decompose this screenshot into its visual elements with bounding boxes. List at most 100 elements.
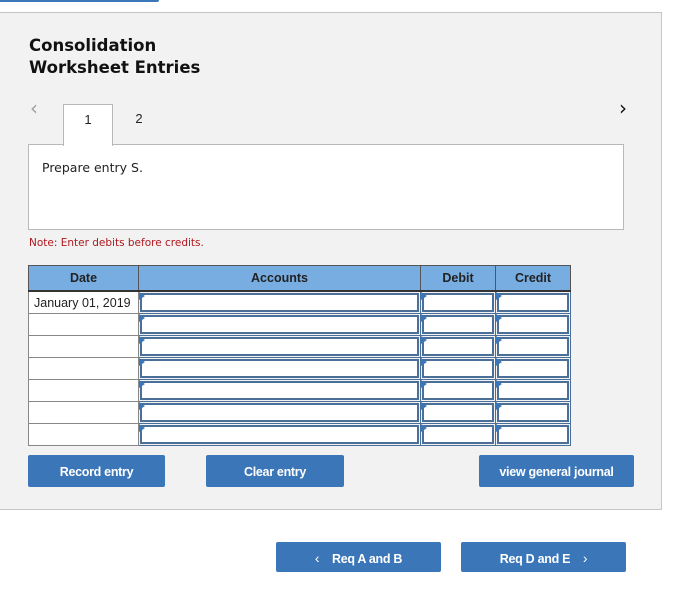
account-cell — [138, 335, 421, 358]
dropdown-marker-icon — [421, 358, 427, 366]
dropdown-marker-icon — [496, 424, 502, 432]
account-input[interactable] — [140, 381, 419, 400]
title-line-1: Consolidation — [29, 36, 157, 55]
debit-cell — [420, 423, 496, 446]
dropdown-marker-icon — [139, 380, 145, 388]
page-tab-2[interactable]: 2 — [115, 104, 163, 146]
date-cell[interactable] — [28, 357, 139, 380]
column-header-date: Date — [28, 265, 139, 292]
date-cell[interactable] — [28, 335, 139, 358]
dropdown-marker-icon — [421, 380, 427, 388]
account-cell — [138, 401, 421, 424]
date-cell[interactable] — [28, 379, 139, 402]
credit-input[interactable] — [497, 425, 569, 444]
journal-row — [28, 313, 571, 336]
page-title: Consolidation Worksheet Entries — [29, 35, 200, 79]
account-cell — [138, 290, 421, 314]
debit-input[interactable] — [422, 359, 494, 378]
prev-requirement-button[interactable]: ‹ Req A and B — [276, 542, 441, 572]
debit-cell — [420, 357, 496, 380]
credit-input[interactable] — [497, 403, 569, 422]
chevron-right-icon: › — [582, 550, 588, 566]
credit-cell — [495, 313, 571, 336]
dropdown-marker-icon — [139, 292, 145, 300]
debit-cell — [420, 290, 496, 314]
journal-row: January 01, 2019 — [28, 290, 571, 314]
date-cell[interactable]: January 01, 2019 — [28, 290, 139, 314]
dropdown-marker-icon — [139, 358, 145, 366]
prompt-box: Prepare entry S. — [28, 144, 624, 230]
account-input[interactable] — [140, 293, 419, 312]
record-entry-button[interactable]: Record entry — [28, 455, 165, 487]
account-cell — [138, 423, 421, 446]
view-general-journal-button[interactable]: view general journal — [479, 455, 634, 487]
clear-entry-button[interactable]: Clear entry — [206, 455, 344, 487]
dropdown-marker-icon — [421, 314, 427, 322]
active-tab-indicator — [0, 0, 159, 2]
date-cell[interactable] — [28, 401, 139, 424]
credit-input[interactable] — [497, 381, 569, 400]
column-header-accounts: Accounts — [138, 265, 421, 292]
credit-cell — [495, 335, 571, 358]
dropdown-marker-icon — [496, 380, 502, 388]
debit-input[interactable] — [422, 293, 494, 312]
note-text: Note: Enter debits before credits. — [29, 237, 204, 249]
date-cell[interactable] — [28, 423, 139, 446]
debit-cell — [420, 335, 496, 358]
next-requirement-label: Req D and E — [499, 552, 571, 566]
credit-cell — [495, 290, 571, 314]
debit-cell — [420, 313, 496, 336]
dropdown-marker-icon — [139, 336, 145, 344]
credit-cell — [495, 423, 571, 446]
journal-row — [28, 423, 571, 446]
debit-input[interactable] — [422, 381, 494, 400]
prompt-text: Prepare entry S. — [42, 160, 143, 175]
dropdown-marker-icon — [496, 358, 502, 366]
date-cell[interactable] — [28, 313, 139, 336]
chevron-right-icon[interactable]: › — [619, 98, 633, 119]
debit-input[interactable] — [422, 425, 494, 444]
account-input[interactable] — [140, 425, 419, 444]
dropdown-marker-icon — [496, 314, 502, 322]
dropdown-marker-icon — [496, 336, 502, 344]
column-header-debit: Debit — [420, 265, 496, 292]
dropdown-marker-icon — [496, 292, 502, 300]
credit-cell — [495, 379, 571, 402]
title-line-2: Worksheet Entries — [29, 58, 201, 77]
account-input[interactable] — [140, 359, 419, 378]
dropdown-marker-icon — [139, 314, 145, 322]
credit-cell — [495, 357, 571, 380]
account-input[interactable] — [140, 315, 419, 334]
dropdown-marker-icon — [421, 292, 427, 300]
debit-input[interactable] — [422, 337, 494, 356]
account-input[interactable] — [140, 403, 419, 422]
debit-input[interactable] — [422, 315, 494, 334]
dropdown-marker-icon — [496, 402, 502, 410]
journal-row — [28, 357, 571, 380]
journal-row — [28, 335, 571, 358]
page-tab-1[interactable]: 1 — [63, 104, 113, 146]
journal-table: Date Accounts Debit Credit January 01, 2… — [28, 265, 571, 446]
chevron-left-icon: ‹ — [314, 550, 320, 566]
credit-input[interactable] — [497, 359, 569, 378]
debit-input[interactable] — [422, 403, 494, 422]
credit-cell — [495, 401, 571, 424]
account-cell — [138, 313, 421, 336]
journal-row — [28, 379, 571, 402]
credit-input[interactable] — [497, 337, 569, 356]
account-input[interactable] — [140, 337, 419, 356]
dropdown-marker-icon — [421, 424, 427, 432]
account-cell — [138, 357, 421, 380]
prev-requirement-label: Req A and B — [331, 552, 403, 566]
credit-input[interactable] — [497, 315, 569, 334]
dropdown-marker-icon — [421, 402, 427, 410]
column-header-credit: Credit — [495, 265, 571, 292]
credit-input[interactable] — [497, 293, 569, 312]
worksheet-panel: Consolidation Worksheet Entries ‹ 1 2 › … — [0, 12, 662, 510]
chevron-left-icon[interactable]: ‹ — [30, 98, 44, 119]
debit-cell — [420, 379, 496, 402]
journal-row — [28, 401, 571, 424]
next-requirement-button[interactable]: Req D and E › — [461, 542, 626, 572]
account-cell — [138, 379, 421, 402]
journal-header-row: Date Accounts Debit Credit — [28, 265, 571, 292]
